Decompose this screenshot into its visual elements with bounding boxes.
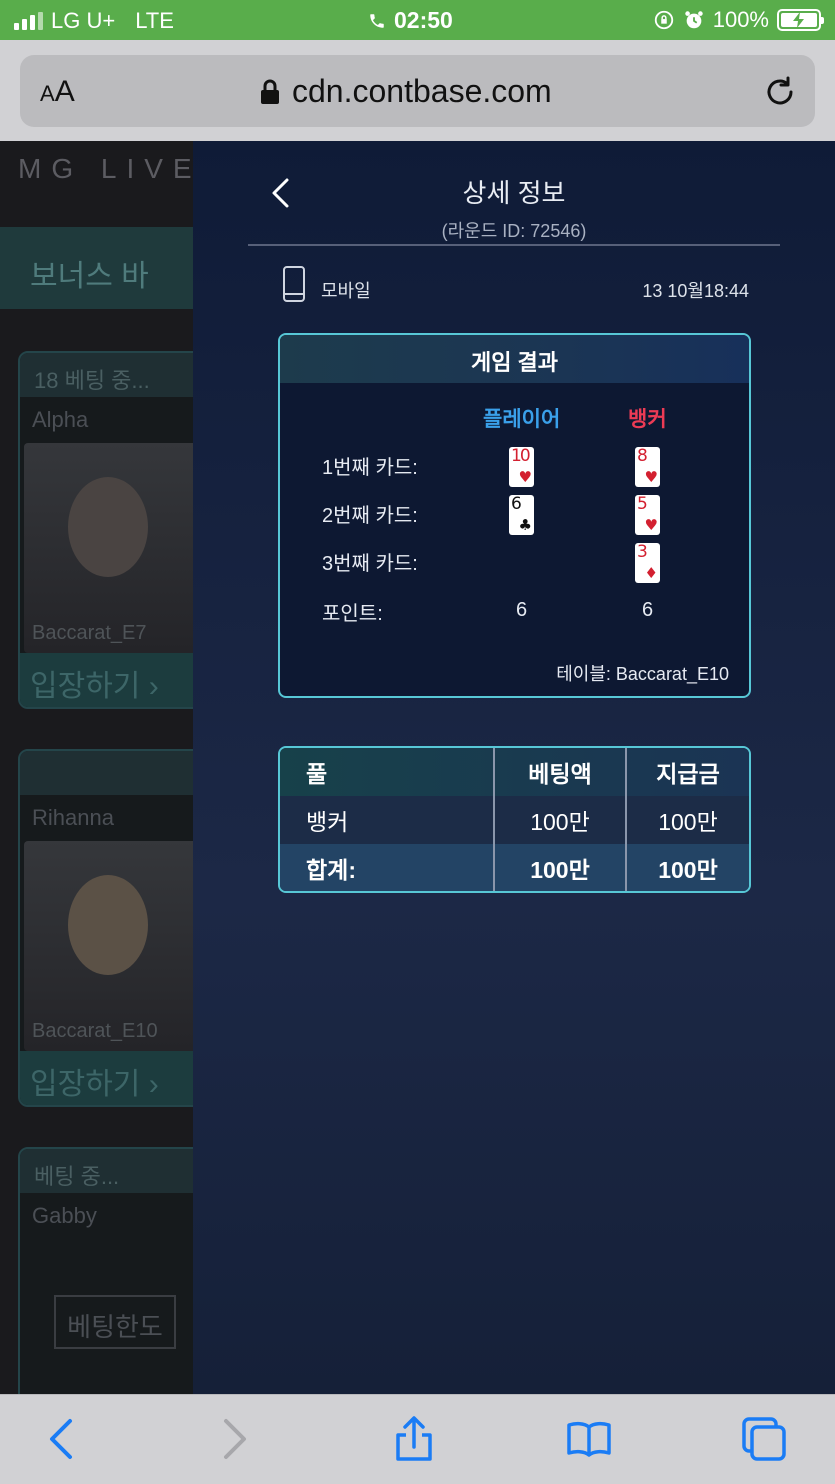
signal-icon bbox=[14, 12, 43, 30]
divider bbox=[248, 244, 780, 246]
table-name: 테이블: Baccarat_E10 bbox=[556, 664, 729, 684]
bets-table: 풀 베팅액 지급금 뱅커 100만 100만 합계: 100만 100만 bbox=[278, 746, 751, 893]
table-card[interactable]: Rihanna Baccarat_E10 입장하기 › bbox=[18, 749, 208, 1107]
enter-button[interactable]: 입장하기 › bbox=[20, 1051, 206, 1105]
round-datetime: 13 10월18:44 bbox=[642, 281, 749, 301]
playing-card: 10 ♥ bbox=[509, 446, 534, 487]
reload-icon[interactable] bbox=[763, 75, 797, 109]
table-card[interactable]: 18 베팅 중... Alpha Baccarat_E7 입장하기 › bbox=[18, 351, 208, 709]
status-bar: LG U+ LTE 02:50 100% bbox=[0, 0, 835, 40]
bet-limit-button[interactable]: 베팅한도 bbox=[54, 1295, 176, 1349]
dealer-name: Gabby bbox=[32, 1203, 97, 1228]
battery-percent: 100% bbox=[712, 7, 769, 32]
phone-icon bbox=[370, 13, 384, 28]
address-bar[interactable]: AA cdn.contbase.com bbox=[20, 55, 815, 127]
playing-card: 5 ♥ bbox=[635, 494, 660, 535]
card-header bbox=[20, 751, 206, 795]
column-header: 베팅액 bbox=[493, 748, 626, 796]
result-header: 게임 결과 bbox=[280, 335, 749, 383]
column-header: 지급금 bbox=[625, 748, 749, 796]
back-icon[interactable] bbox=[38, 1415, 86, 1463]
card-row-label: 2번째 카드: bbox=[322, 505, 418, 527]
player-points: 6 bbox=[516, 599, 528, 621]
enter-button[interactable]: 입장하기 › bbox=[20, 653, 206, 707]
carrier: LG U+ bbox=[51, 8, 116, 33]
card-row-label: 1번째 카드: bbox=[322, 457, 418, 479]
bookmarks-icon[interactable] bbox=[565, 1415, 613, 1463]
playing-card: 3 ♦ bbox=[635, 542, 660, 583]
table-row: 뱅커 100만 100만 bbox=[280, 796, 749, 844]
mobile-icon bbox=[283, 266, 305, 302]
round-id: (라운드 ID: 72546) bbox=[441, 221, 587, 241]
points-label: 포인트: bbox=[322, 603, 383, 625]
browser-toolbar bbox=[0, 1394, 835, 1484]
rotation-lock-icon bbox=[654, 10, 673, 30]
device-label: 모바일 bbox=[321, 281, 371, 301]
lock-icon bbox=[261, 79, 279, 104]
table-cell: 100만 bbox=[625, 796, 749, 844]
table-cell: 뱅커 bbox=[306, 809, 349, 835]
card-header: 베팅 중... bbox=[20, 1149, 206, 1193]
forward-icon[interactable] bbox=[210, 1415, 258, 1463]
text-size-button[interactable]: AA bbox=[40, 75, 75, 109]
dealer-name: Alpha bbox=[32, 407, 89, 432]
bonus-tab[interactable]: 보너스 바 bbox=[0, 227, 200, 309]
url-text: cdn.contbase.com bbox=[292, 73, 552, 109]
player-label: 플레이어 bbox=[483, 408, 561, 431]
mg-live-logo: MG LIVE bbox=[18, 153, 202, 184]
table-header-row: 풀 베팅액 지급금 bbox=[280, 748, 749, 796]
page-title: 상세 정보 bbox=[462, 178, 566, 208]
network-type: LTE bbox=[135, 8, 174, 33]
card-header: 18 베팅 중... bbox=[20, 353, 206, 397]
playing-card: 6 ♣ bbox=[509, 494, 534, 535]
card-row-label: 3번째 카드: bbox=[322, 553, 418, 575]
dealer-photo: Baccarat_E7 bbox=[24, 443, 202, 653]
table-cell: 100만 bbox=[625, 844, 749, 891]
browser-address-area: AA cdn.contbase.com bbox=[0, 40, 835, 141]
table-card[interactable]: 베팅 중... Gabby 베팅한도 bbox=[18, 1147, 208, 1394]
detail-panel: 상세 정보 (라운드 ID: 72546) 모바일 13 10월18:44 게임… bbox=[193, 141, 835, 1394]
dealer-photo: Baccarat_E10 bbox=[24, 841, 202, 1051]
banker-label: 뱅커 bbox=[628, 408, 667, 431]
banker-points: 6 bbox=[642, 599, 654, 621]
column-header: 풀 bbox=[306, 761, 328, 787]
alarm-icon bbox=[685, 11, 703, 29]
share-icon[interactable] bbox=[390, 1415, 438, 1463]
table-cell: 100만 bbox=[493, 796, 626, 844]
table-cell: 100만 bbox=[493, 844, 626, 891]
total-row: 합계: 100만 100만 bbox=[280, 844, 749, 891]
game-result-box: 게임 결과 플레이어 뱅커 1번째 카드: 2번째 카드: 3번째 카드: 포인… bbox=[278, 333, 751, 698]
tabs-icon[interactable] bbox=[740, 1415, 788, 1463]
url-display[interactable]: cdn.contbase.com bbox=[260, 73, 552, 110]
playing-card: 8 ♥ bbox=[635, 446, 660, 487]
clock: 02:50 bbox=[394, 7, 453, 33]
battery-charging-icon bbox=[777, 9, 824, 31]
dealer-name: Rihanna bbox=[32, 805, 114, 830]
table-cell: 합계: bbox=[306, 857, 356, 883]
